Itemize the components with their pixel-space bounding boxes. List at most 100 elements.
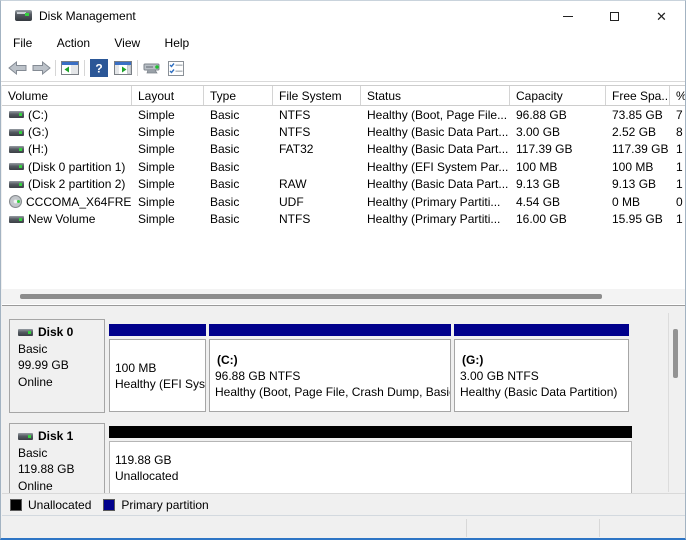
console-tree-icon <box>61 61 79 75</box>
disk1-label-panel[interactable]: Disk 1 Basic 119.88 GB Online <box>9 423 105 493</box>
back-button[interactable] <box>6 58 28 78</box>
legend-label-primary-partition: Primary partition <box>121 498 208 512</box>
table-row[interactable]: (Disk 0 partition 1) Simple Basic Health… <box>2 158 686 175</box>
type-cell: Basic <box>204 108 273 122</box>
partition-color-bar <box>209 324 451 336</box>
disk-status: Online <box>18 374 104 391</box>
free-space-cell: 73.85 GB <box>606 108 670 122</box>
menu-bar: File Action View Help <box>1 33 685 55</box>
menu-view[interactable]: View <box>105 33 149 54</box>
forward-button[interactable] <box>30 58 52 78</box>
device-icon <box>143 61 162 75</box>
volume-name: (C:) <box>28 108 48 122</box>
percent-free-cell: 0 <box>670 195 686 209</box>
status-cell: Healthy (Basic Data Part... <box>361 142 510 156</box>
layout-cell: Simple <box>132 195 204 209</box>
type-cell: Basic <box>204 125 273 139</box>
column-header-layout[interactable]: Layout <box>132 86 204 105</box>
status-bar <box>2 515 686 539</box>
column-header-capacity[interactable]: Capacity <box>510 86 606 105</box>
maximize-button[interactable] <box>591 1 638 31</box>
volume-name: (G:) <box>28 125 49 139</box>
file-system-cell: UDF <box>273 195 361 209</box>
close-button[interactable]: ✕ <box>638 1 685 31</box>
device-properties-button[interactable] <box>141 58 163 78</box>
type-cell: Basic <box>204 160 273 174</box>
column-header-free-space[interactable]: Free Spa... <box>606 86 670 105</box>
type-cell: Basic <box>204 142 273 156</box>
column-header-status[interactable]: Status <box>361 86 510 105</box>
partition-g[interactable]: (G:) 3.00 GB NTFS Healthy (Basic Data Pa… <box>454 324 629 412</box>
layout-cell: Simple <box>132 212 204 226</box>
drive-icon <box>9 181 24 188</box>
percent-free-cell: 1 <box>670 212 686 226</box>
drive-icon <box>9 146 24 153</box>
disk-size: 99.99 GB <box>18 357 104 374</box>
drive-icon <box>9 111 24 118</box>
file-system-cell: RAW <box>273 177 361 191</box>
horizontal-scrollbar-thumb[interactable] <box>20 294 602 299</box>
capacity-cell: 16.00 GB <box>510 212 606 226</box>
table-row[interactable]: (C:) Simple Basic NTFS Healthy (Boot, Pa… <box>2 106 686 123</box>
volume-name: New Volume <box>28 212 95 226</box>
table-row[interactable]: CCCOMA_X64FRE... Simple Basic UDF Health… <box>2 193 686 210</box>
status-cell: Healthy (Primary Partiti... <box>361 195 510 209</box>
table-row[interactable]: (G:) Simple Basic NTFS Healthy (Basic Da… <box>2 123 686 140</box>
partition-letter: (C:) <box>215 352 450 368</box>
view-options-button[interactable] <box>165 58 187 78</box>
volume-name: CCCOMA_X64FRE... <box>26 195 132 209</box>
column-header-type[interactable]: Type <box>204 86 273 105</box>
partition-size: 96.88 GB NTFS <box>215 368 450 384</box>
window-chrome: Disk Management ✕ File Action View Help <box>1 1 685 85</box>
toolbar-separator <box>137 60 138 76</box>
disk-type: Basic <box>18 445 104 462</box>
horizontal-scrollbar[interactable] <box>2 289 686 304</box>
percent-free-cell: 8 <box>670 125 686 139</box>
help-button[interactable]: ? <box>88 58 110 78</box>
partition-c[interactable]: (C:) 96.88 GB NTFS Healthy (Boot, Page F… <box>209 324 451 412</box>
layout-cell: Simple <box>132 177 204 191</box>
menu-file[interactable]: File <box>4 33 41 54</box>
drive-icon <box>9 216 24 223</box>
help-icon: ? <box>90 59 108 77</box>
disk-management-window: Disk Management ✕ File Action View Help <box>0 0 686 540</box>
percent-free-cell: 1 <box>670 160 686 174</box>
close-icon: ✕ <box>656 10 667 23</box>
layout-cell: Simple <box>132 142 204 156</box>
action-pane-icon <box>114 61 132 75</box>
percent-free-cell: 7 <box>670 108 686 122</box>
unallocated-color-bar <box>109 426 632 438</box>
menu-action[interactable]: Action <box>48 33 99 54</box>
file-system-cell: NTFS <box>273 212 361 226</box>
disk-type: Basic <box>18 341 104 358</box>
table-row[interactable]: (H:) Simple Basic FAT32 Healthy (Basic D… <box>2 141 686 158</box>
primary-partition-swatch <box>103 499 115 511</box>
show-console-tree-button[interactable] <box>59 58 81 78</box>
show-action-pane-button[interactable] <box>112 58 134 78</box>
legend-bar: Unallocated Primary partition <box>2 493 686 515</box>
partition-efi[interactable]: 100 MB Healthy (EFI System Partition) <box>109 324 206 412</box>
graphical-view: Disk 0 Basic 99.99 GB Online 100 MB Heal… <box>2 313 686 493</box>
window-title: Disk Management <box>39 9 136 23</box>
vertical-scrollbar-thumb[interactable] <box>673 329 678 378</box>
column-header-percent-free[interactable]: % <box>670 86 686 105</box>
free-space-cell: 100 MB <box>606 160 670 174</box>
disk-name: Disk 0 <box>38 324 73 341</box>
disk0-label-panel[interactable]: Disk 0 Basic 99.99 GB Online <box>9 319 105 413</box>
column-header-file-system[interactable]: File System <box>273 86 361 105</box>
volume-list: Volume Layout Type File System Status Ca… <box>2 85 686 306</box>
cd-rom-icon <box>9 195 22 208</box>
table-row[interactable]: New Volume Simple Basic NTFS Healthy (Pr… <box>2 210 686 227</box>
minimize-button[interactable] <box>544 1 591 31</box>
layout-cell: Simple <box>132 125 204 139</box>
menu-help[interactable]: Help <box>156 33 199 54</box>
unallocated-region[interactable]: 119.88 GB Unallocated <box>109 426 632 493</box>
title-bar[interactable]: Disk Management ✕ <box>1 1 685 33</box>
table-row[interactable]: (Disk 2 partition 2) Simple Basic RAW He… <box>2 176 686 193</box>
toolbar: ? <box>1 55 685 82</box>
layout-cell: Simple <box>132 108 204 122</box>
forward-arrow-icon <box>32 61 51 75</box>
toolbar-separator <box>55 60 56 76</box>
statusbar-divider <box>599 519 600 537</box>
column-header-volume[interactable]: Volume <box>2 86 132 105</box>
